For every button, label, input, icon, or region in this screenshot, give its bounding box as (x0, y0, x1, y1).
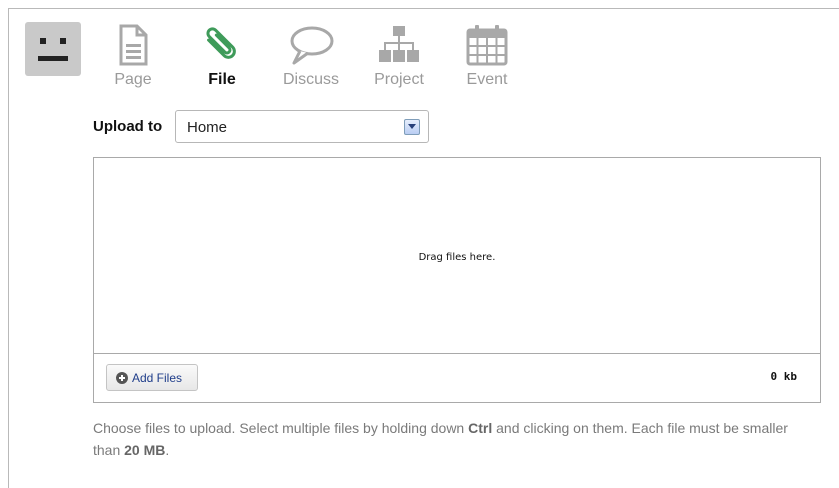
upload-destination-select[interactable]: Home (175, 110, 429, 143)
drop-zone-text: Drag files here. (418, 252, 496, 263)
total-size: 0 kb (770, 370, 798, 383)
tab-file[interactable]: File (187, 24, 257, 89)
drop-zone-footer: Add Files 0 kb (94, 353, 820, 402)
tab-event[interactable]: Event (452, 24, 522, 89)
tab-file-label: File (208, 71, 236, 88)
avatar-right-eye (60, 38, 66, 44)
avatar-left-eye (40, 38, 46, 44)
tab-project[interactable]: Project (364, 24, 434, 89)
file-drop-zone[interactable]: Drag files here. Add Files 0 kb (93, 157, 821, 403)
add-files-label: Add Files (132, 371, 183, 385)
tab-page[interactable]: Page (98, 24, 168, 89)
help-size-limit: 20 MB (124, 442, 166, 458)
speech-bubble-icon (276, 24, 346, 66)
plus-circle-icon (116, 372, 128, 384)
avatar (25, 22, 81, 76)
tab-discuss-label: Discuss (282, 71, 339, 88)
tab-discuss[interactable]: Discuss (276, 24, 346, 89)
chevron-down-icon[interactable] (404, 119, 420, 135)
paperclip-icon (187, 24, 257, 66)
upload-help-text: Choose files to upload. Select multiple … (93, 417, 813, 461)
help-text-3: . (165, 442, 170, 458)
tab-page-label: Page (114, 71, 152, 88)
tab-project-label: Project (374, 71, 424, 88)
calendar-icon (452, 24, 522, 66)
help-text-1: Choose files to upload. Select multiple … (93, 420, 469, 436)
help-key: Ctrl (468, 420, 493, 436)
hierarchy-icon (364, 24, 434, 66)
page-icon (98, 24, 168, 66)
add-files-button[interactable]: Add Files (106, 364, 198, 391)
tab-event-label: Event (466, 71, 508, 88)
upload-to-label: Upload to (93, 118, 163, 135)
avatar-mouth (38, 56, 68, 61)
upload-destination-value: Home (187, 119, 228, 136)
